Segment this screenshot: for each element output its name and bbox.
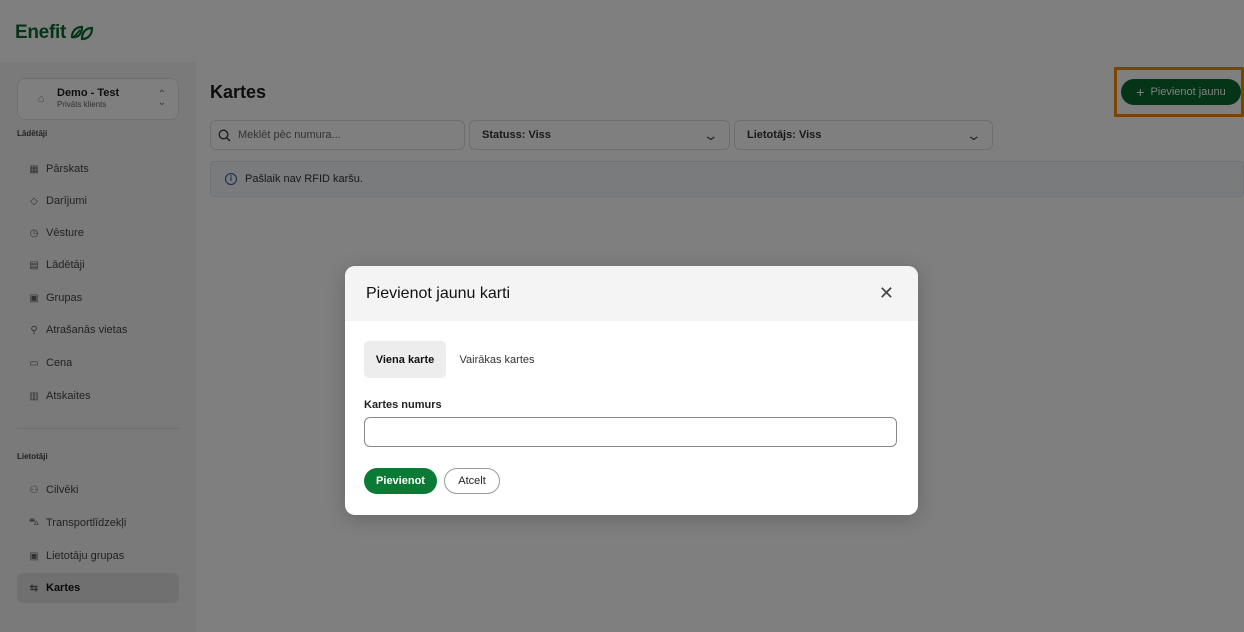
close-icon[interactable]: ✕ (879, 284, 894, 302)
card-number-input[interactable] (364, 417, 897, 447)
dialog-header: Pievienot jaunu karti ✕ (345, 266, 918, 321)
cancel-button[interactable]: Atcelt (444, 468, 500, 494)
tab-multiple-cards[interactable]: Vairākas kartes (454, 341, 540, 378)
card-number-label: Kartes numurs (364, 399, 442, 411)
dialog-title: Pievienot jaunu karti (366, 285, 511, 302)
add-card-dialog: Pievienot jaunu karti ✕ Viena karte Vair… (345, 266, 918, 515)
tab-single-card[interactable]: Viena karte (364, 341, 446, 378)
add-button[interactable]: Pievienot (364, 468, 437, 494)
